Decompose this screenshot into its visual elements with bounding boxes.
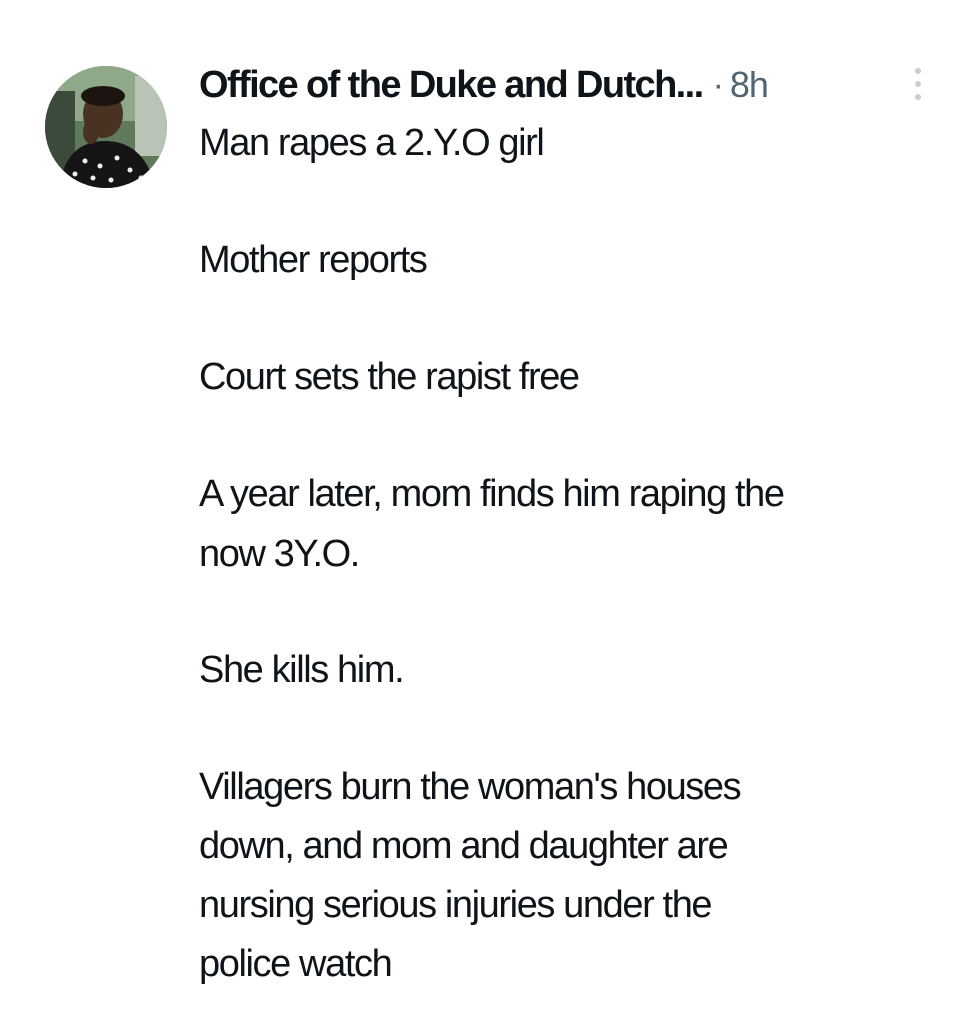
tweet-text-line: A year later, mom finds him raping the — [199, 473, 785, 515]
tweet[interactable]: Office of the Duke and Dutch... · 8h Man… — [0, 0, 964, 1024]
tweet-text-line: down, and mom and daughter are — [199, 825, 729, 867]
tweet-text-line: Man rapes a 2.Y.O girl — [199, 122, 545, 164]
header-separator: · — [712, 65, 724, 104]
tweet-text-line: Villagers burn the woman's houses — [199, 766, 742, 808]
tweet-text-line: She kills him. — [199, 649, 405, 691]
tweet-text-line: now 3Y.O. — [199, 533, 360, 575]
tweet-header: Office of the Duke and Dutch... · 8h — [199, 60, 769, 110]
avatar-photo — [45, 66, 167, 188]
avatar[interactable] — [45, 66, 167, 188]
author-name[interactable]: Office of the Duke and Dutch... — [199, 64, 704, 107]
more-vertical-icon[interactable] — [906, 64, 930, 104]
tweet-text-line: Court sets the rapist free — [199, 356, 580, 398]
tweet-text-line: nursing serious injuries under the — [199, 884, 713, 926]
tweet-text-line: police watch — [199, 943, 393, 985]
tweet-text-line: Mother reports — [199, 239, 428, 281]
timestamp[interactable]: 8h — [730, 64, 769, 106]
